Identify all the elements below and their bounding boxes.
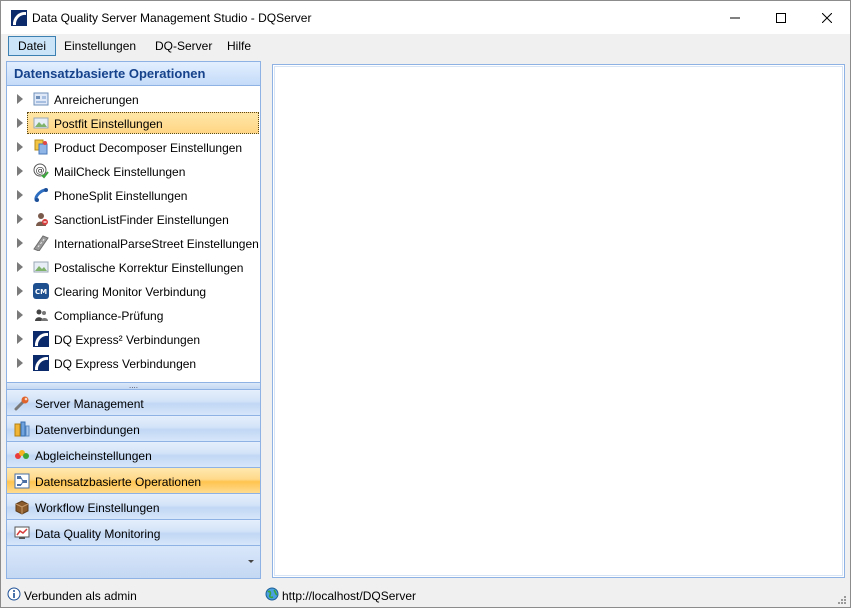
tree-item-internationalparsestreet[interactable]: InternationalParseStreet Einstellungen [7, 231, 260, 255]
expand-arrow-icon[interactable] [17, 262, 23, 272]
nav-label: Abgleicheinstellungen [35, 449, 152, 463]
expand-arrow-icon[interactable] [17, 286, 23, 296]
window-title: Data Quality Server Management Studio - … [32, 11, 312, 25]
tree-item-product-decomposer[interactable]: Product Decomposer Einstellungen [7, 135, 260, 159]
tree-item-mailcheck[interactable]: @ MailCheck Einstellungen [7, 159, 260, 183]
record-operations-icon [14, 473, 30, 489]
pane-header: Datensatzbasierte Operationen [7, 62, 260, 86]
expand-arrow-icon[interactable] [17, 358, 23, 368]
nav-datensatzbasierte-operationen[interactable]: Datensatzbasierte Operationen [7, 468, 260, 494]
nav-server-management[interactable]: Server Management [7, 390, 260, 416]
tree-item-label: DQ Express² Verbindungen [54, 333, 201, 347]
nav-label: Workflow Einstellungen [35, 501, 160, 515]
tree-item-postfit[interactable]: Postfit Einstellungen [7, 111, 260, 135]
monitoring-icon [14, 526, 30, 539]
enrichment-icon [33, 92, 49, 106]
content-area [274, 66, 843, 576]
nav-label: Data Quality Monitoring [35, 527, 161, 541]
expand-arrow-icon[interactable] [17, 94, 23, 104]
nav-label: Datenverbindungen [35, 423, 140, 437]
status-user-text: Verbunden als admin [24, 589, 137, 603]
expand-arrow-icon[interactable] [17, 118, 23, 128]
maximize-icon [776, 12, 786, 23]
tree-item-label: Postfit Einstellungen [54, 117, 163, 131]
expand-arrow-icon[interactable] [17, 190, 23, 200]
pane-splitter[interactable]: .... [7, 382, 260, 390]
tree-item-label: Clearing Monitor Verbindung [54, 285, 207, 299]
svg-text:@: @ [36, 166, 45, 176]
tree-item-label: DQ Express Verbindungen [54, 357, 197, 371]
tree-item-label: Compliance-Prüfung [54, 309, 164, 323]
maximize-button[interactable] [758, 1, 804, 34]
nav-overflow-area [7, 546, 260, 578]
navigation-pane: Datensatzbasierte Operationen Anreicheru… [6, 61, 261, 579]
menu-hilfe[interactable]: Hilfe [218, 36, 260, 56]
nav-workflow-einstellungen[interactable]: Workflow Einstellungen [7, 494, 260, 520]
expand-arrow-icon[interactable] [17, 166, 23, 176]
wrench-icon [14, 396, 29, 411]
server-url-text: http://localhost/DQServer [282, 589, 417, 603]
workflow-icon [15, 500, 29, 515]
nav-datenverbindungen[interactable]: Datenverbindungen [7, 416, 260, 442]
svg-text:CM: CM [35, 288, 47, 296]
mailcheck-icon: @ [33, 163, 49, 179]
minimize-button[interactable] [712, 1, 758, 34]
tree-item-dq-express[interactable]: DQ Express Verbindungen [7, 351, 260, 375]
tree-item-anreicherungen[interactable]: Anreicherungen [7, 87, 260, 111]
tree-item-label: Product Decomposer Einstellungen [54, 141, 243, 155]
nav-label: Datensatzbasierte Operationen [35, 475, 202, 489]
expand-arrow-icon[interactable] [17, 238, 23, 248]
postal-correction-icon [33, 261, 49, 273]
tree-item-label: Anreicherungen [54, 93, 139, 107]
dq-logo-icon [11, 10, 27, 26]
nav-label: Server Management [35, 397, 144, 411]
menu-bar: Datei Einstellungen DQ-Server Hilfe [1, 34, 850, 58]
tree-item-label: PhoneSplit Einstellungen [54, 189, 188, 203]
resize-grip-icon[interactable] [836, 594, 846, 604]
nav-data-quality-monitoring[interactable]: Data Quality Monitoring [7, 520, 260, 546]
expand-arrow-icon[interactable] [17, 334, 23, 344]
menu-einstellungen[interactable]: Einstellungen [55, 36, 145, 56]
status-bar: Verbunden als admin http://localhost/DQS… [1, 583, 850, 607]
menu-dq-server[interactable]: DQ-Server [146, 36, 221, 56]
close-button[interactable] [804, 1, 850, 34]
expand-arrow-icon[interactable] [17, 310, 23, 320]
tree-item-sanctionlistfinder[interactable]: SanctionListFinder Einstellungen [7, 207, 260, 231]
tree-item-label: Postalische Korrektur Einstellungen [54, 261, 244, 275]
tree-item-label: SanctionListFinder Einstellungen [54, 213, 229, 227]
postfit-icon [33, 117, 49, 129]
tree-item-label: InternationalParseStreet Einstellungen [54, 237, 259, 251]
tree-item-postalische-korrektur[interactable]: Postalische Korrektur Einstellungen [7, 255, 260, 279]
data-connection-icon [14, 421, 30, 437]
close-icon [822, 12, 832, 23]
dq-express2-icon [33, 331, 49, 347]
matching-icon [15, 450, 29, 459]
tree-item-dq-express2[interactable]: DQ Express² Verbindungen [7, 327, 260, 351]
product-decomposer-icon [34, 139, 48, 155]
expand-arrow-icon[interactable] [17, 214, 23, 224]
tree-item-phonesplit[interactable]: PhoneSplit Einstellungen [7, 183, 260, 207]
main-window: Data Quality Server Management Studio - … [0, 0, 851, 608]
title-bar: Data Quality Server Management Studio - … [1, 1, 850, 34]
content-pane [272, 64, 845, 578]
configure-buttons-dropdown-icon[interactable] [248, 560, 254, 563]
globe-icon [265, 587, 279, 601]
tree-item-label: MailCheck Einstellungen [54, 165, 186, 179]
parse-street-icon [33, 235, 49, 251]
sanction-list-icon [36, 213, 48, 226]
expand-arrow-icon[interactable] [17, 142, 23, 152]
tree-item-clearing-monitor[interactable]: CM Clearing Monitor Verbindung [7, 279, 260, 303]
operations-tree: Anreicherungen Postfit Einstellungen Pro… [7, 87, 260, 382]
clearing-monitor-icon: CM [33, 283, 49, 299]
menu-datei[interactable]: Datei [8, 36, 57, 56]
phonesplit-icon [34, 188, 48, 202]
tree-item-compliance[interactable]: Compliance-Prüfung [7, 303, 260, 327]
minimize-icon [730, 17, 740, 18]
compliance-icon [35, 309, 48, 321]
info-icon [7, 587, 21, 601]
nav-abgleicheinstellungen[interactable]: Abgleicheinstellungen [7, 442, 260, 468]
dq-express-icon [33, 355, 49, 371]
